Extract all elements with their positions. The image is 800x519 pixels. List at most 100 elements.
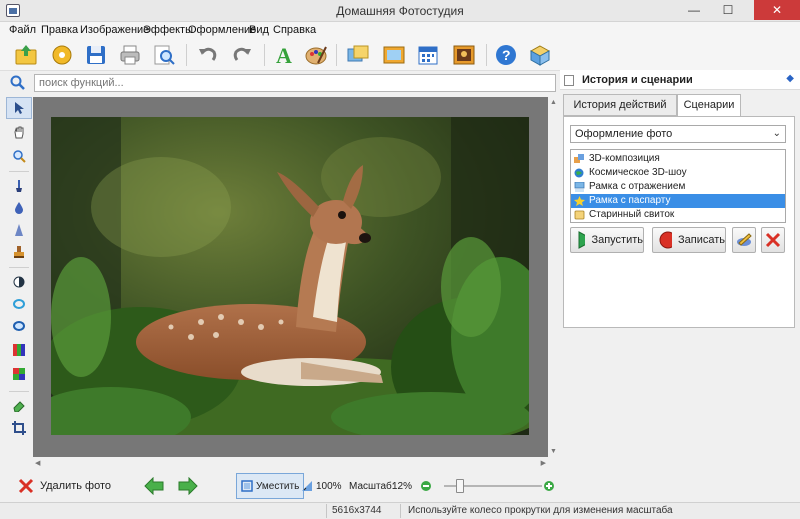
scroll-right-icon[interactable]: ▶ (541, 459, 546, 467)
toolbar-separator (486, 44, 487, 66)
zoom-icon[interactable] (6, 145, 32, 167)
photo-canvas[interactable] (33, 97, 548, 457)
eraser-icon[interactable] (6, 395, 32, 417)
next-photo-button[interactable] (178, 470, 198, 502)
menu-edit[interactable]: Правка (41, 24, 78, 36)
left-toolbar (6, 97, 32, 457)
search-input[interactable] (34, 74, 556, 92)
search-row (0, 72, 560, 94)
list-item[interactable]: 3D-композиция (571, 152, 785, 166)
minimize-button[interactable]: — (680, 0, 708, 20)
menu-image[interactable]: Изображение (80, 24, 149, 36)
run-label: Запустить (591, 234, 643, 246)
box-icon[interactable] (526, 41, 554, 69)
list-item[interactable]: Рамка с отражением (571, 180, 785, 194)
text-icon[interactable]: A (270, 41, 298, 69)
print-icon[interactable] (116, 41, 144, 69)
scenario-category-select[interactable]: Оформление фото ⌄ (570, 125, 786, 143)
save-icon[interactable] (82, 41, 110, 69)
play-icon (578, 231, 586, 249)
menu-view[interactable]: Вид (249, 24, 269, 36)
open-icon[interactable] (12, 41, 40, 69)
list-item-label: Старинный свиток (589, 209, 675, 220)
globe-icon (574, 168, 584, 178)
scenario-list: 3D-композиция Космическое 3D-шоу Рамка с… (570, 149, 786, 223)
zoom-out-button[interactable] (420, 470, 432, 502)
delete-photo-button[interactable]: Удалить фото (18, 470, 111, 502)
tool-separator (9, 267, 29, 268)
hand-icon[interactable] (6, 121, 32, 143)
scroll-icon (574, 210, 585, 220)
ring-icon[interactable] (6, 315, 32, 337)
pin-icon[interactable]: ◆ (786, 73, 794, 84)
scale-value: 12% (392, 480, 413, 492)
bottom-toolbar: Удалить фото Уместить 100% Масштаб: 12% (0, 470, 800, 502)
brush-icon[interactable] (6, 175, 32, 197)
calendar-icon[interactable] (414, 41, 442, 69)
list-item-selected[interactable]: Рамка с паспарту (571, 194, 785, 208)
scroll-left-icon[interactable]: ◀ (35, 459, 40, 467)
levels-icon[interactable] (6, 339, 32, 361)
prev-photo-button[interactable] (144, 470, 164, 502)
history-scenarios-panel: История и сценарии ◆ История действий Сц… (560, 70, 800, 470)
list-item[interactable]: Старинный свиток (571, 208, 785, 222)
menu-bar: Файл Правка Изображение Эффекты Оформлен… (0, 22, 800, 39)
menu-file[interactable]: Файл (9, 24, 36, 36)
record-button[interactable]: Записать (652, 227, 726, 253)
maximize-button[interactable]: ☐ (714, 0, 742, 20)
list-item[interactable]: Космическое 3D-шоу (571, 166, 785, 180)
undo-icon[interactable] (194, 41, 222, 69)
zoom-in-button[interactable] (543, 470, 555, 502)
circle-icon[interactable] (6, 293, 32, 315)
crop-icon[interactable] (6, 417, 32, 439)
contrast-icon[interactable] (6, 271, 32, 293)
list-item-label: 3D-композиция (589, 153, 660, 164)
run-button[interactable]: Запустить (570, 227, 644, 253)
image-dimensions: 5616x3744 (332, 505, 382, 516)
palette-icon[interactable] (302, 41, 330, 69)
color-balance-icon[interactable] (6, 363, 32, 385)
chevron-down-icon: ⌄ (772, 128, 781, 139)
zoom-slider-thumb[interactable] (456, 479, 464, 493)
fit-button[interactable]: Уместить (236, 473, 305, 499)
frame-icon[interactable] (380, 41, 408, 69)
fit-icon (241, 480, 253, 492)
tab-history[interactable]: История действий (563, 94, 677, 116)
menu-effects[interactable]: Эффекты (143, 24, 193, 36)
panel-title: История и сценарии (582, 74, 693, 86)
edit-scenario-button[interactable] (732, 227, 756, 253)
3d-icon (574, 154, 584, 163)
delete-icon (18, 478, 34, 494)
svg-text:A: A (276, 43, 292, 67)
pointer-icon[interactable] (6, 97, 32, 119)
drop-icon[interactable] (6, 197, 32, 219)
stamp-icon[interactable] (6, 241, 32, 263)
cone-icon[interactable] (6, 219, 32, 241)
menu-design[interactable]: Оформление (188, 24, 256, 36)
delete-photo-label: Удалить фото (40, 480, 112, 492)
star-icon (574, 196, 585, 206)
search-icon (10, 75, 26, 91)
photo-frame-icon[interactable] (344, 41, 372, 69)
collage-icon[interactable] (450, 41, 478, 69)
vertical-scrollbar[interactable]: ▲ ▼ (548, 97, 560, 457)
scroll-up-icon[interactable]: ▲ (550, 99, 557, 106)
tab-scenarios[interactable]: Сценарии (677, 94, 741, 117)
preview-icon[interactable] (150, 41, 178, 69)
close-button[interactable]: ✕ (754, 0, 800, 20)
fit-label: Уместить (256, 480, 300, 492)
scroll-down-icon[interactable]: ▼ (550, 448, 557, 455)
help-icon[interactable]: ? (492, 41, 520, 69)
list-item-label: Рамка с паспарту (589, 195, 671, 206)
zoom-in-icon (544, 481, 554, 491)
horizontal-scrollbar[interactable]: ◀ ▶ (33, 457, 560, 470)
panel-header: История и сценарии ◆ (560, 70, 800, 90)
menu-help[interactable]: Справка (273, 24, 316, 36)
zoom-100-button[interactable]: 100% (301, 470, 342, 502)
redo-icon[interactable] (228, 41, 256, 69)
toolbar-separator (186, 44, 187, 66)
delete-scenario-button[interactable] (761, 227, 785, 253)
album-icon[interactable] (48, 41, 76, 69)
list-item-label: Рамка с отражением (589, 181, 686, 192)
toolbar-separator (336, 44, 337, 66)
